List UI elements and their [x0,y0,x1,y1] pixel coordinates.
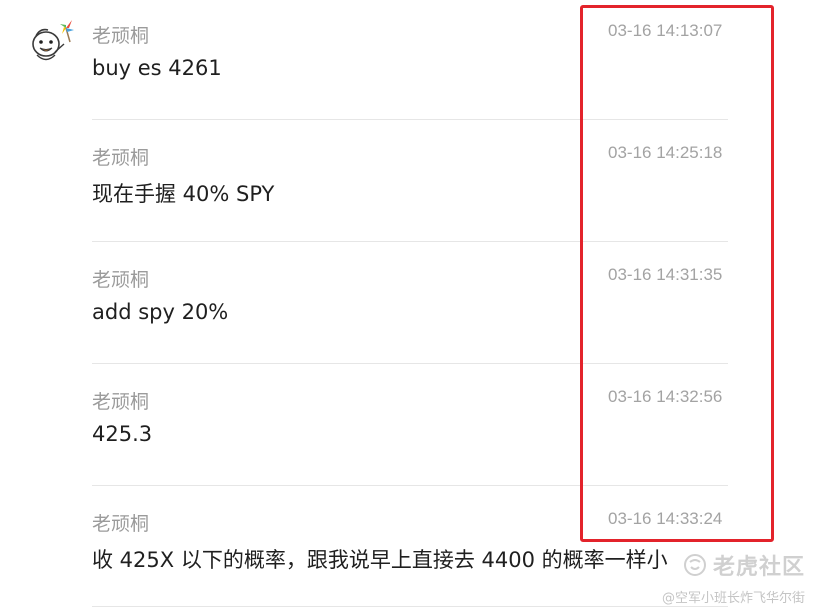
message-content: 425.3 [92,422,153,446]
message-content: 现在手握 40% SPY [92,182,275,206]
message-content: 收 425X 以下的概率，跟我说早上直接去 4400 的概率一样小 [92,548,668,572]
message-author[interactable]: 老顽桐 [92,509,149,536]
message-content: add spy 20% [92,300,229,324]
cartoon-face-with-pinwheel-icon [32,20,74,61]
message-divider [92,606,728,607]
message-content: buy es 4261 [92,56,222,80]
user-avatar[interactable] [26,14,80,68]
watermark-brand: 老虎社区 [712,555,805,580]
tiger-logo-icon [683,554,706,576]
message-author[interactable]: 老顽桐 [92,387,149,414]
message-author[interactable]: 老顽桐 [92,265,149,292]
watermark: 老虎社区 @空军小班长炸飞华尔街 [662,549,805,606]
message-author[interactable]: 老顽桐 [92,21,149,48]
chat-history-page: 老顽桐 03-16 14:13:07 buy es 4261 老顽桐 03-16… [0,0,819,614]
watermark-handle: @空军小班长炸飞华尔街 [661,591,805,606]
message-author[interactable]: 老顽桐 [92,143,149,170]
timestamp-highlight-box [580,5,774,542]
